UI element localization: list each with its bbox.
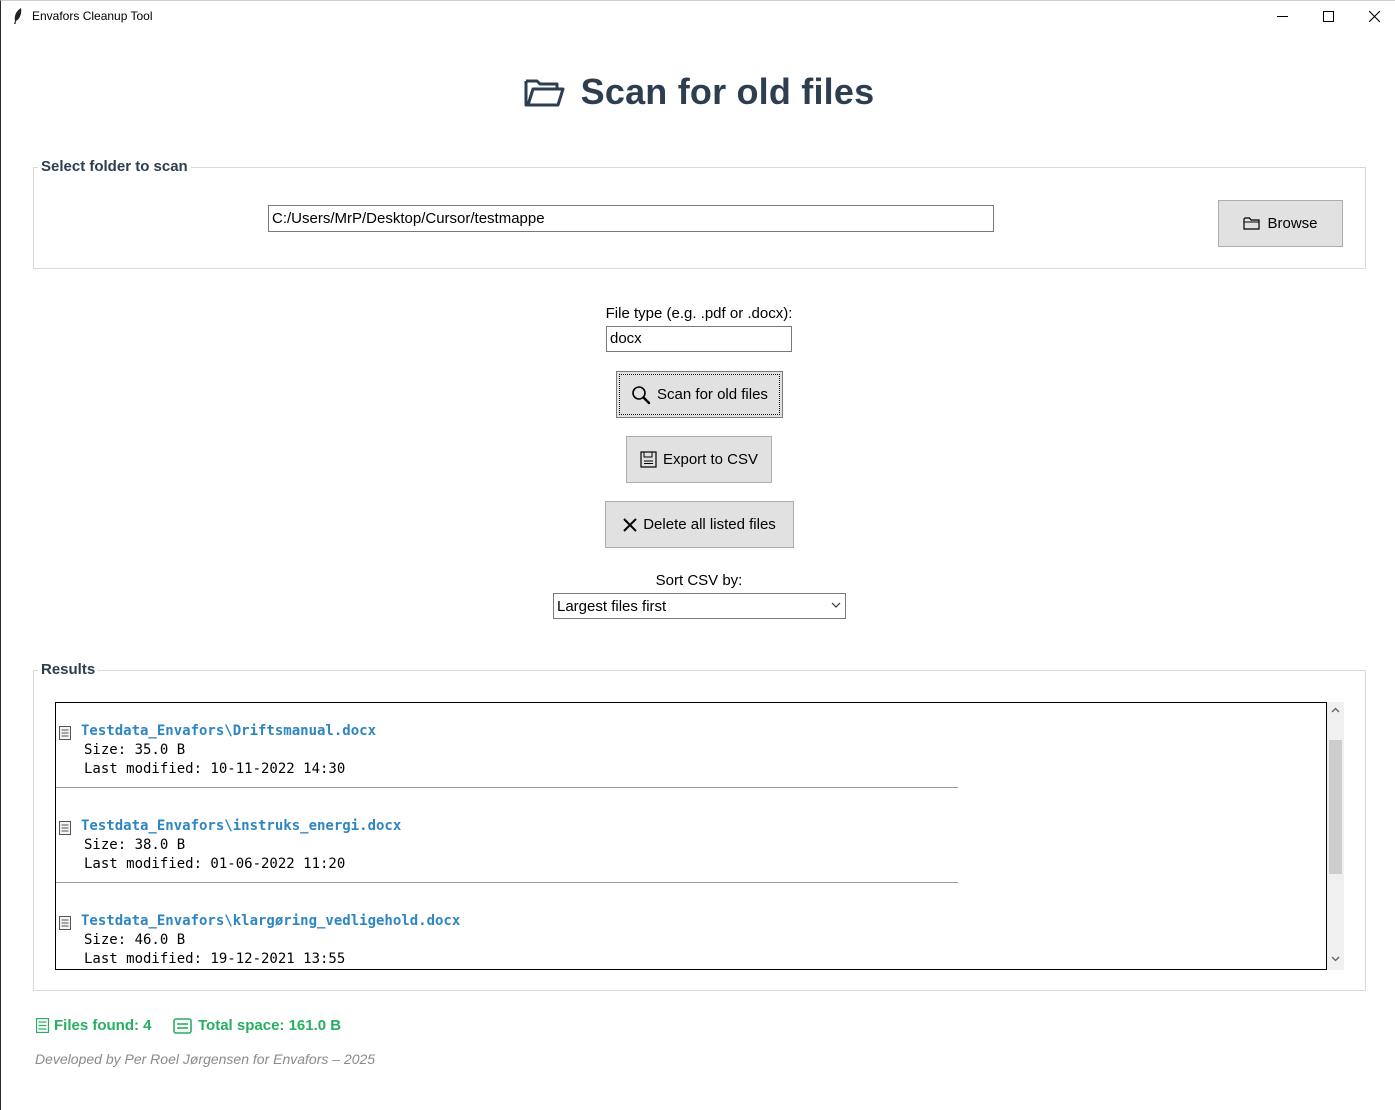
app-window: Envafors Cleanup Tool Scan for old files… — [0, 0, 1395, 1110]
file-icon — [36, 1018, 49, 1033]
results-frame-label: Results — [38, 661, 99, 678]
total-space-text: Total space: 161.0 B — [198, 1017, 342, 1034]
file-name: Testdata_Envafors\Driftsmanual.docx — [81, 723, 377, 739]
file-type-label: File type (e.g. .pdf or .docx): — [605, 305, 793, 322]
folder-frame-label: Select folder to scan — [38, 158, 191, 175]
sort-label: Sort CSV by: — [655, 572, 743, 589]
export-csv-button[interactable]: Export to CSV — [626, 436, 772, 483]
scan-button-label: Scan for old files — [657, 386, 768, 403]
minimize-button[interactable] — [1259, 1, 1305, 32]
scan-button[interactable]: Scan for old files — [616, 371, 783, 418]
save-icon — [640, 451, 657, 468]
delete-all-button[interactable]: Delete all listed files — [605, 501, 794, 548]
file-size: Size: 46.0 B — [84, 932, 186, 948]
magnifier-icon — [632, 385, 651, 404]
maximize-button[interactable] — [1305, 1, 1351, 32]
scroll-up-icon[interactable] — [1331, 707, 1340, 713]
document-icon — [59, 916, 71, 930]
title-bar: Envafors Cleanup Tool — [1, 1, 1395, 32]
feather-icon — [14, 8, 22, 24]
sort-select[interactable]: Largest files first — [553, 593, 846, 619]
page-header: Scan for old files — [1, 67, 1395, 117]
document-icon — [59, 821, 71, 835]
file-modified: Last modified: 19-12-2021 13:55 — [84, 951, 346, 967]
file-size: Size: 38.0 B — [84, 837, 186, 853]
browse-button[interactable]: Browse — [1218, 200, 1343, 247]
x-icon — [623, 517, 637, 532]
file-modified: Last modified: 01-06-2022 11:20 — [84, 856, 346, 872]
sort-select-value: Largest files first — [557, 598, 667, 615]
scroll-down-icon[interactable] — [1331, 956, 1340, 962]
page-title: Scan for old files — [580, 71, 875, 112]
window-title: Envafors Cleanup Tool — [32, 9, 153, 23]
document-icon — [59, 726, 71, 740]
files-found-text: Files found: 4 — [54, 1017, 152, 1034]
file-modified: Last modified: 10-11-2022 14:30 — [84, 761, 346, 777]
divider — [56, 787, 958, 788]
delete-button-label: Delete all listed files — [643, 516, 776, 533]
chevron-down-icon — [831, 602, 841, 608]
file-name: Testdata_Envafors\klargøring_vedligehold… — [81, 913, 461, 929]
disk-icon — [173, 1017, 192, 1034]
close-icon — [1368, 11, 1380, 22]
results-scrollbar[interactable] — [1327, 702, 1344, 970]
open-folder-icon — [524, 79, 565, 107]
results-list[interactable]: Testdata_Envafors\Driftsmanual.docx Size… — [55, 702, 1327, 970]
scrollbar-thumb[interactable] — [1329, 740, 1342, 874]
file-name: Testdata_Envafors\instruks_energi.docx — [81, 818, 402, 834]
browse-button-label: Browse — [1267, 215, 1318, 232]
folder-path-input[interactable]: C:/Users/MrP/Desktop/Cursor/testmappe — [268, 205, 994, 232]
total-space-status: Total space: 161.0 B — [173, 1017, 341, 1034]
footer-credit: Developed by Per Roel Jørgensen for Enva… — [35, 1051, 376, 1067]
file-size: Size: 35.0 B — [84, 742, 186, 758]
divider — [56, 882, 958, 883]
export-button-label: Export to CSV — [662, 451, 759, 468]
minimize-icon — [1276, 16, 1288, 17]
folder-icon — [1243, 217, 1261, 230]
file-type-input[interactable]: docx — [606, 326, 792, 352]
close-button[interactable] — [1351, 1, 1395, 32]
files-found-status: Files found: 4 — [36, 1017, 152, 1034]
maximize-icon — [1322, 11, 1334, 22]
